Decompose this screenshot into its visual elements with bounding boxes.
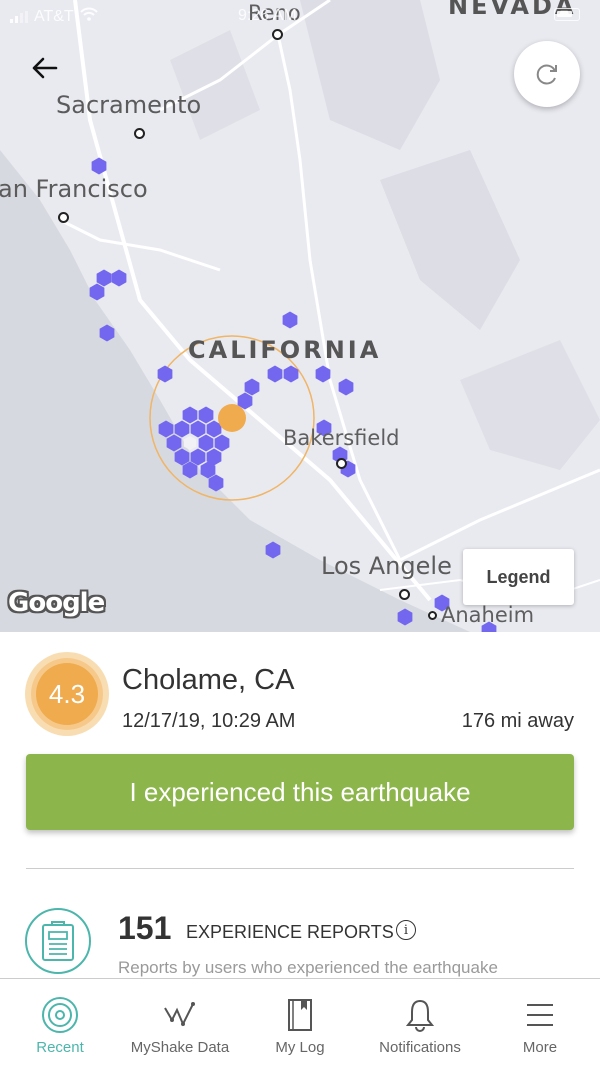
report-hexagon <box>198 434 214 452</box>
divider <box>26 868 574 869</box>
report-hexagon <box>244 378 260 396</box>
status-time: 9:26 AM <box>238 7 297 24</box>
refresh-icon <box>536 64 557 85</box>
experienced-earthquake-button[interactable]: I experienced this earthquake <box>26 754 574 830</box>
report-hexagon <box>265 541 281 559</box>
map-label-anaheim: Anaheim <box>441 603 535 627</box>
google-attribution: Google <box>8 588 105 618</box>
city-marker-reno <box>272 29 283 40</box>
report-hexagon <box>166 434 182 452</box>
report-hexagon <box>190 420 206 438</box>
report-hexagon <box>282 311 298 329</box>
carrier-name: AT&T <box>34 7 74 25</box>
tab-label: Notifications <box>379 1039 461 1056</box>
map-label-sacramento: Sacramento <box>56 91 202 119</box>
tab-my-log[interactable]: My Log <box>240 979 360 1068</box>
info-icon[interactable]: i <box>396 920 416 940</box>
menu-icon <box>525 997 555 1033</box>
reports-count: 151 <box>118 910 172 946</box>
reports-label: EXPERIENCE REPORTS <box>186 922 394 942</box>
magnitude-badge: 4.3 <box>25 652 109 736</box>
battery-icon <box>554 8 580 21</box>
arrow-left-icon <box>32 57 58 79</box>
tab-label: MyShake Data <box>130 1039 230 1056</box>
reports-description: Reports by users who experienced the ear… <box>118 958 498 977</box>
report-hexagon <box>267 365 283 383</box>
bell-icon <box>405 997 435 1033</box>
report-hexagon <box>99 324 115 342</box>
report-hexagon <box>283 365 299 383</box>
event-datetime: 12/17/19, 10:29 AM <box>122 710 296 732</box>
signal-icon <box>10 10 28 23</box>
legend-button[interactable]: Legend <box>463 549 574 605</box>
map-label-california: CALIFORNIA <box>188 336 382 364</box>
tab-label: More <box>522 1039 558 1056</box>
report-hexagon <box>190 448 206 466</box>
book-icon <box>287 997 313 1033</box>
report-hexagon <box>157 365 173 383</box>
epicenter-marker[interactable] <box>218 404 246 432</box>
tab-label: My Log <box>275 1039 325 1056</box>
city-marker-los-angeles <box>399 589 410 600</box>
report-hexagon <box>182 406 198 424</box>
tab-more[interactable]: More <box>480 979 600 1068</box>
magnitude-value: 4.3 <box>36 663 98 725</box>
report-hexagon <box>214 434 230 452</box>
report-hexagon-gap <box>183 436 197 450</box>
back-button[interactable] <box>26 50 62 86</box>
report-hexagon <box>315 365 331 383</box>
report-hexagon <box>111 269 127 287</box>
tab-notifications[interactable]: Notifications <box>360 979 480 1068</box>
city-marker-bakersfield <box>336 458 347 469</box>
report-hexagon <box>174 448 190 466</box>
report-hexagon <box>208 474 224 492</box>
report-hexagon <box>338 378 354 396</box>
target-icon <box>41 997 79 1033</box>
report-hexagon <box>174 420 190 438</box>
status-bar: AT&T 9:26 AM <box>0 0 600 30</box>
tab-myshake-data[interactable]: MyShake Data <box>120 979 240 1068</box>
report-hexagon <box>198 406 214 424</box>
city-marker-sacramento <box>134 128 145 139</box>
map-label-los-angeles: Los Angele <box>321 552 452 580</box>
report-hexagon <box>397 608 413 626</box>
event-distance: 176 mi away <box>461 710 574 732</box>
report-hexagon <box>91 157 107 175</box>
report-hexagon <box>96 269 112 287</box>
report-hexagon <box>182 461 198 479</box>
map-label-bakersfield: Bakersfield <box>283 426 400 450</box>
seismograph-icon <box>163 997 197 1033</box>
city-marker-anaheim <box>428 611 437 620</box>
clipboard-icon <box>25 908 91 974</box>
event-location: Cholame, CA <box>122 664 295 696</box>
bottom-tab-bar: Recent MyShake Data My Log Notifications… <box>0 978 600 1068</box>
earthquake-map[interactable]: Reno NEVADA Sacramento an Francisco CALI… <box>0 0 600 632</box>
tab-recent[interactable]: Recent <box>0 979 120 1068</box>
refresh-button[interactable] <box>514 41 580 107</box>
map-label-san-francisco: an Francisco <box>0 175 148 203</box>
city-marker-san-francisco <box>58 212 69 223</box>
report-hexagon <box>158 420 174 438</box>
tab-label: Recent <box>36 1039 84 1056</box>
wifi-icon <box>79 7 98 26</box>
report-hexagon <box>89 283 105 301</box>
